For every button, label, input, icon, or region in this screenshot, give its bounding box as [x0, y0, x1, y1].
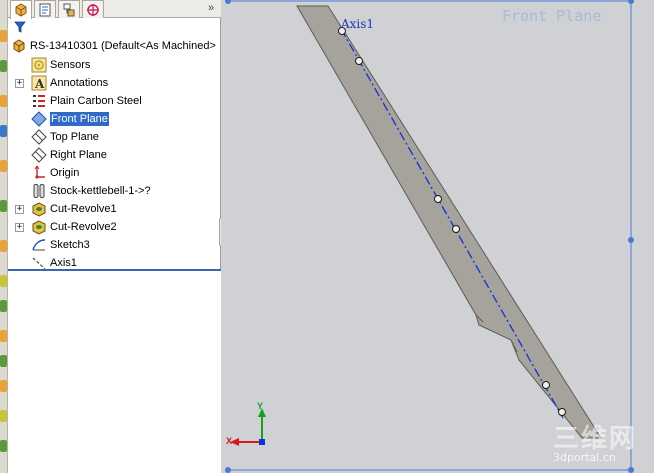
feature-manager-panel: » RS-13410301 (Default<As Machined> Sens…	[8, 0, 221, 473]
plane-handle	[628, 237, 634, 243]
hole-marker	[452, 225, 460, 233]
tree-item-label: Stock-kettlebell-1->?	[50, 185, 151, 197]
tree-item-annotations[interactable]: + A Annotations	[8, 74, 221, 92]
bar-body	[296, 5, 602, 439]
tree-root-part[interactable]: RS-13410301 (Default<As Machined>	[8, 37, 221, 55]
tree-item-material[interactable]: Plain Carbon Steel	[8, 92, 221, 110]
tree-item-sensors[interactable]: Sensors	[8, 56, 221, 74]
tree-root-label: RS-13410301 (Default<As Machined>	[30, 40, 216, 52]
tree-item-label: Cut-Revolve2	[50, 221, 117, 233]
property-pane-empty	[8, 269, 221, 473]
command-button[interactable]	[0, 380, 7, 392]
command-button[interactable]	[0, 95, 7, 107]
tree-item-label: Top Plane	[50, 131, 99, 143]
tree-item-label: Right Plane	[50, 149, 107, 161]
tree-item-front-plane[interactable]: Front Plane	[8, 110, 221, 128]
tree-item-origin[interactable]: Origin	[8, 164, 221, 182]
sketch-icon	[32, 239, 46, 251]
tree-item-label: Origin	[50, 167, 80, 179]
manager-tabs: »	[8, 0, 221, 19]
front-plane-label: Front Plane	[502, 7, 602, 25]
hole-marker	[558, 408, 566, 416]
property-manager-icon	[39, 3, 51, 16]
model-canvas[interactable]	[221, 0, 654, 473]
command-button[interactable]	[0, 125, 7, 137]
svg-text:A: A	[34, 77, 45, 91]
tree-item-label: Cut-Revolve1	[50, 203, 117, 215]
command-button[interactable]	[0, 200, 7, 212]
axis1-label: Axis1	[341, 17, 375, 31]
sensors-icon	[31, 57, 47, 73]
expand-toggle[interactable]: +	[15, 79, 24, 88]
command-button[interactable]	[0, 440, 7, 452]
watermark-logo: 三维网	[553, 424, 638, 454]
tree-item-label: Axis1	[50, 257, 77, 269]
plane-handle	[225, 0, 231, 4]
hole-marker	[542, 381, 550, 389]
tree-item-top-plane[interactable]: Top Plane	[8, 128, 221, 146]
command-strip	[0, 0, 8, 473]
tree-item-label: Annotations	[50, 77, 109, 89]
tree-item-right-plane[interactable]: Right Plane	[8, 146, 221, 164]
tree-item-label: Sketch3	[50, 239, 90, 251]
dimxpert-icon	[87, 3, 99, 16]
expand-toggle[interactable]: +	[15, 205, 24, 214]
part-icon	[13, 39, 25, 53]
plane-icon	[31, 147, 47, 163]
expand-toggle[interactable]: +	[15, 223, 24, 232]
material-icon	[33, 95, 45, 107]
graphics-area[interactable]: Front Plane Axis1 Y X 三维网 3dportal.cn	[221, 0, 654, 473]
triad-x-label: X	[226, 436, 233, 446]
cut-revolve-icon	[32, 220, 46, 235]
plane-handle	[628, 467, 634, 473]
filter-icon[interactable]	[14, 21, 26, 33]
plane-handle	[225, 467, 231, 473]
command-button[interactable]	[0, 240, 7, 252]
tree-item-sketch3[interactable]: Sketch3	[8, 236, 221, 254]
origin-icon	[34, 165, 45, 179]
annotations-icon: A	[31, 75, 47, 91]
tree-item-cut-revolve2[interactable]: + Cut-Revolve2	[8, 218, 221, 236]
filter-row	[8, 18, 221, 36]
stock-icon	[33, 184, 45, 198]
triad-y-label: Y	[257, 401, 264, 411]
plane-icon	[31, 111, 47, 127]
command-button[interactable]	[0, 160, 7, 172]
tree-item-stock[interactable]: Stock-kettlebell-1->?	[8, 182, 221, 200]
command-button[interactable]	[0, 410, 7, 422]
tree-item-label: Sensors	[50, 59, 91, 71]
feature-manager-icon	[15, 3, 27, 17]
command-button[interactable]	[0, 330, 7, 342]
plane-handle	[628, 0, 634, 4]
hole-marker	[434, 195, 442, 203]
tree-item-cut-revolve1[interactable]: + Cut-Revolve1	[8, 200, 221, 218]
tabs-overflow-button[interactable]: »	[205, 1, 217, 16]
configuration-manager-icon	[63, 3, 75, 16]
tab-configuration-manager[interactable]	[58, 0, 80, 18]
command-button[interactable]	[0, 60, 7, 72]
tab-dimxpert-manager[interactable]	[82, 0, 104, 18]
axis-triad	[230, 408, 266, 446]
command-button[interactable]	[0, 300, 7, 312]
tab-property-manager[interactable]	[34, 0, 56, 18]
tab-feature-manager[interactable]	[10, 0, 32, 19]
watermark-url: 3dportal.cn	[553, 451, 616, 464]
cut-revolve-icon	[32, 202, 46, 217]
tree-item-label: Plain Carbon Steel	[50, 95, 142, 107]
hole-marker	[355, 57, 363, 65]
command-button[interactable]	[0, 275, 7, 287]
plane-icon	[31, 129, 47, 145]
command-button[interactable]	[0, 30, 7, 42]
tree-item-label: Front Plane	[50, 112, 109, 126]
command-button[interactable]	[0, 355, 7, 367]
